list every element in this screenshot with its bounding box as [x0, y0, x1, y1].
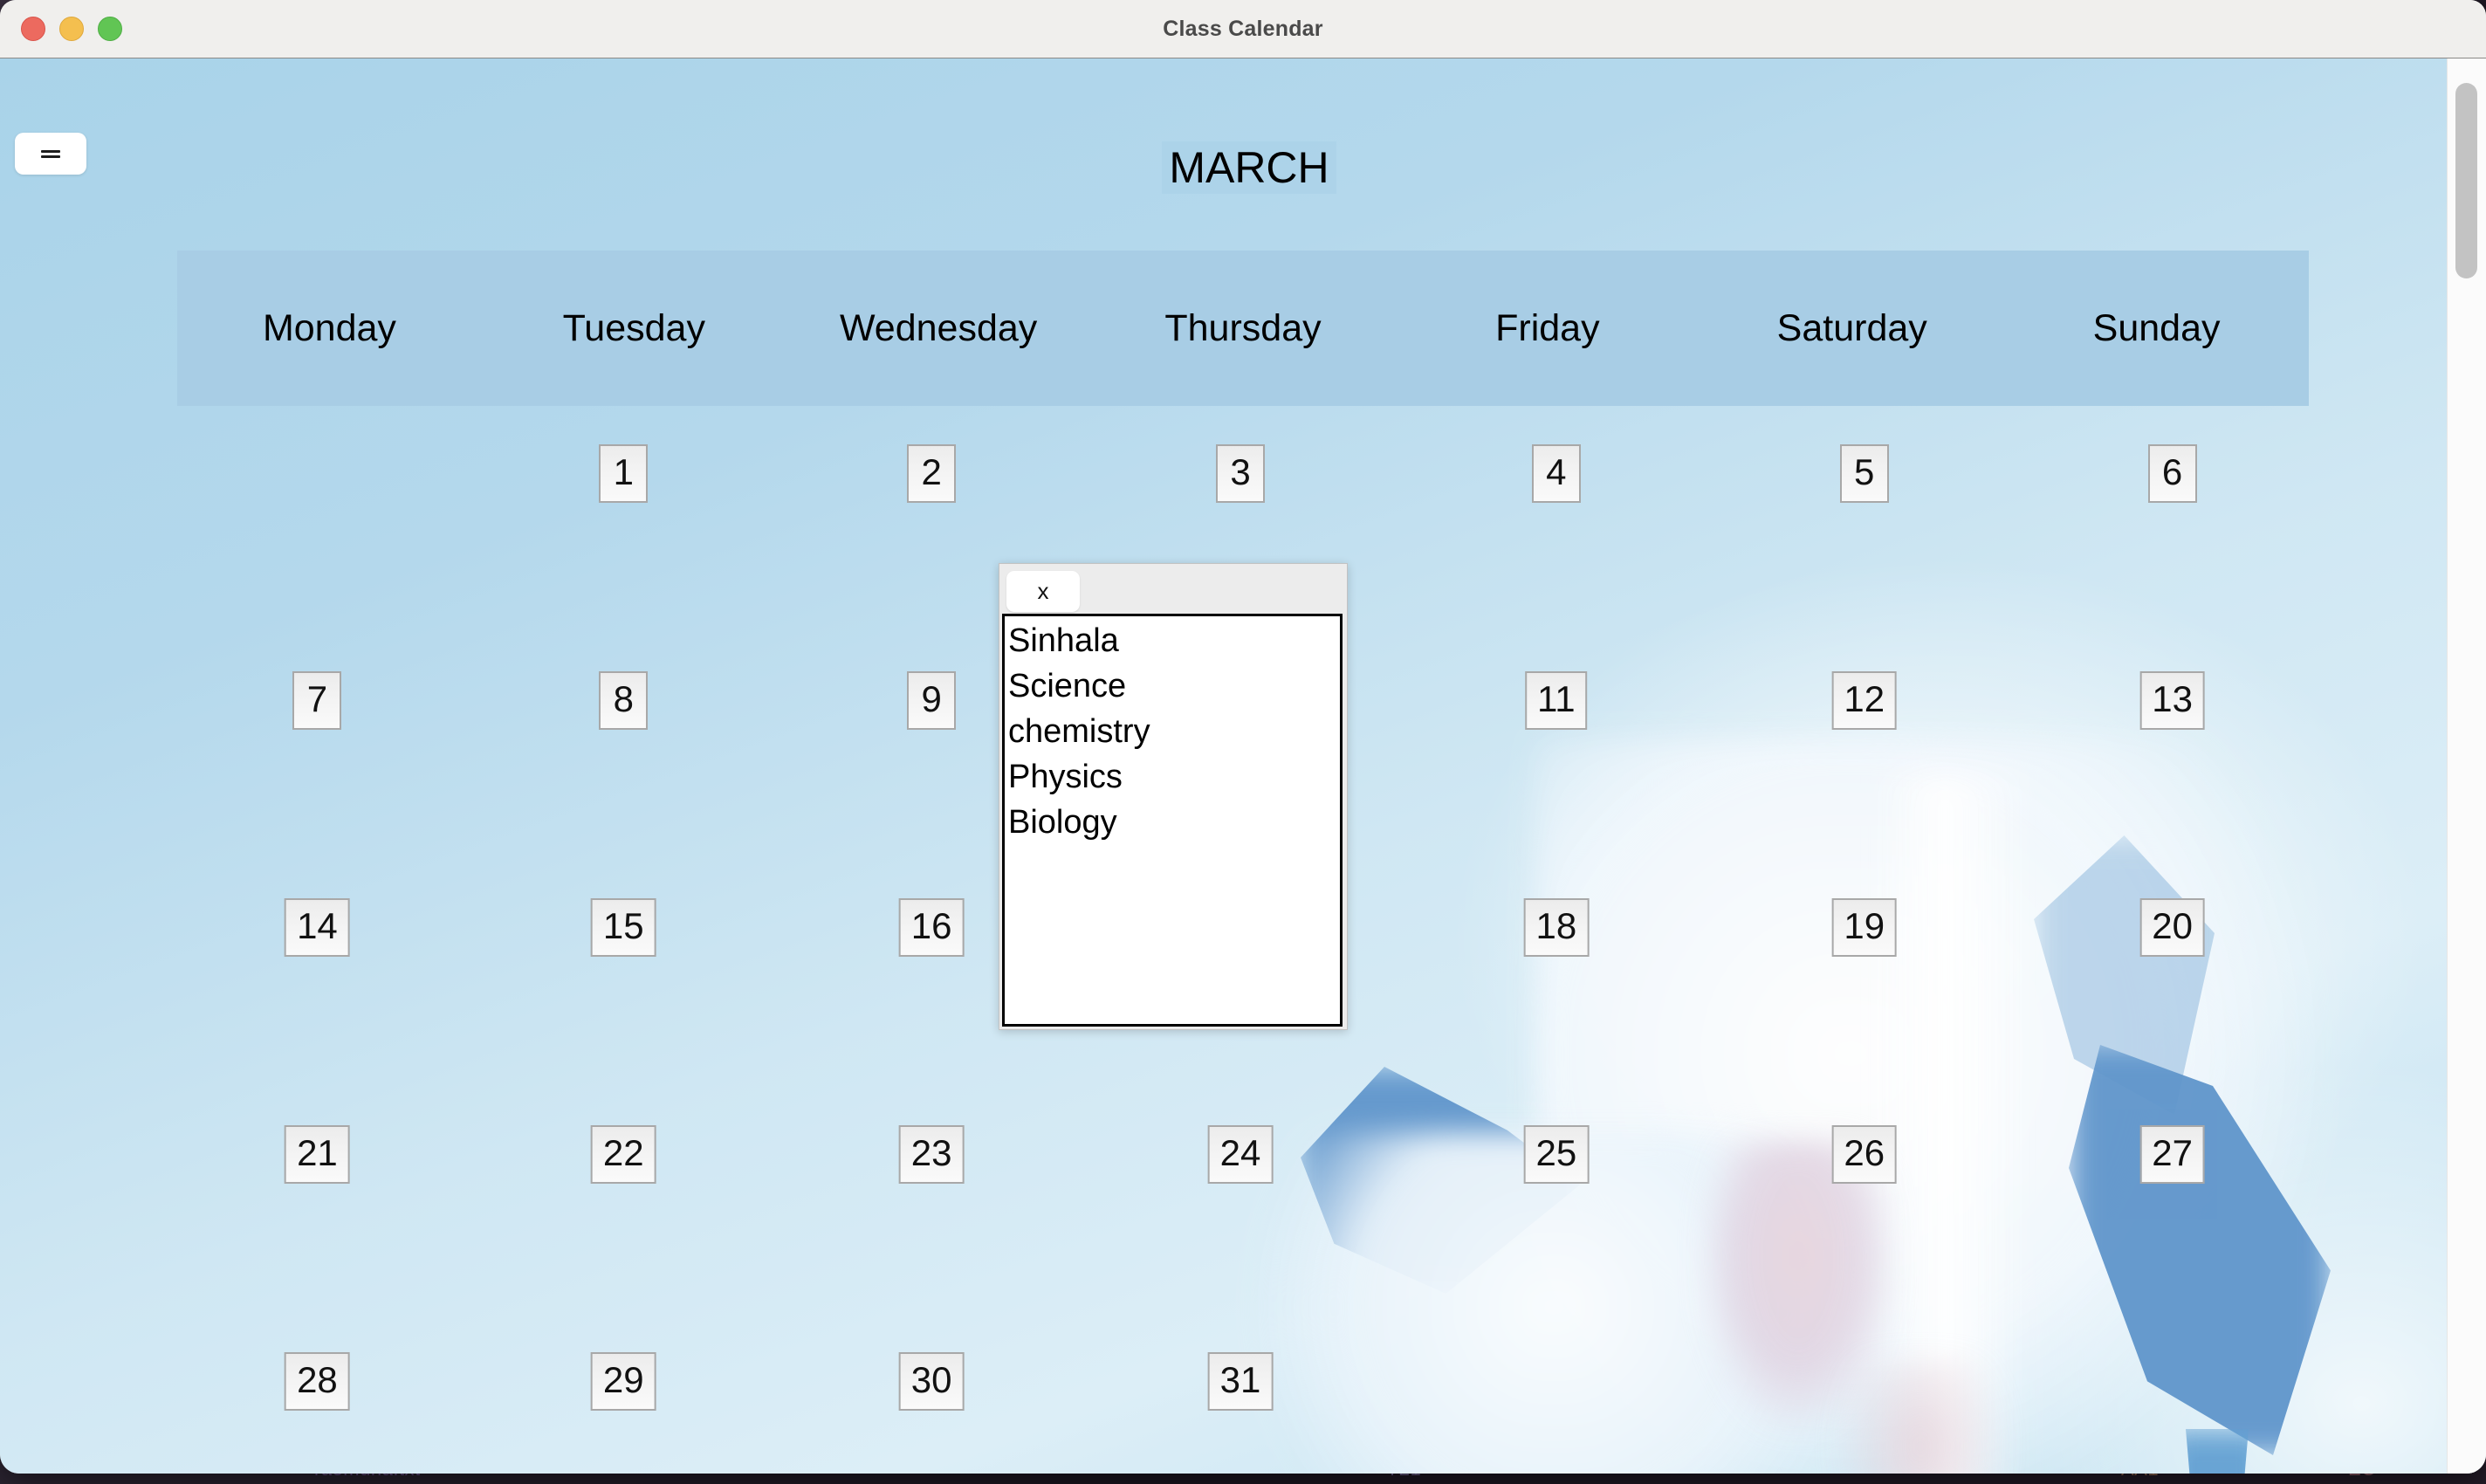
day-cell: 5 — [1700, 425, 2004, 652]
day-cell: 8 — [482, 652, 786, 879]
day-cell — [2004, 1333, 2309, 1474]
day-cell: 27 — [2004, 1106, 2309, 1333]
day-cell — [177, 425, 482, 652]
date-button-31[interactable]: 31 — [1207, 1352, 1274, 1411]
day-cell: 26 — [1700, 1106, 2004, 1333]
day-cell: 13 — [2004, 652, 2309, 879]
date-button-13[interactable]: 13 — [2139, 671, 2205, 730]
date-button-3[interactable]: 3 — [1216, 444, 1265, 503]
hamburger-icon — [41, 148, 60, 161]
day-cell — [1700, 1333, 2004, 1474]
date-button-24[interactable]: 24 — [1207, 1125, 1274, 1184]
day-cell: 4 — [1395, 425, 1700, 652]
weekday-header-row: Monday Tuesday Wednesday Thursday Friday Satu… — [177, 251, 2309, 406]
day-cell: 11 — [1395, 652, 1700, 879]
date-button-29[interactable]: 29 — [590, 1352, 656, 1411]
day-cell: 6 — [2004, 425, 2309, 652]
date-button-28[interactable]: 28 — [285, 1352, 350, 1411]
day-cell — [1395, 1333, 1700, 1474]
day-cell: 20 — [2004, 879, 2309, 1106]
day-cell: 30 — [786, 1333, 1091, 1474]
date-button-7[interactable]: 7 — [292, 671, 342, 730]
day-cell: 1 — [482, 425, 786, 652]
date-button-1[interactable]: 1 — [599, 444, 649, 503]
close-icon[interactable]: x — [1006, 571, 1080, 612]
subject-list-item[interactable]: Sinhala — [1008, 618, 1340, 663]
weekday-header-thursday: Thursday — [1164, 306, 1322, 349]
window-title: Class Calendar — [1163, 16, 1323, 41]
date-button-14[interactable]: 14 — [285, 898, 350, 957]
day-cell: 29 — [482, 1333, 786, 1474]
date-button-20[interactable]: 20 — [2139, 898, 2205, 957]
weekday-header-friday: Friday — [1495, 306, 1600, 349]
day-cell: 7 — [177, 652, 482, 879]
date-button-19[interactable]: 19 — [1831, 898, 1898, 957]
date-button-18[interactable]: 18 — [1523, 898, 1590, 957]
date-button-9[interactable]: 9 — [907, 671, 957, 730]
day-cell: 22 — [482, 1106, 786, 1333]
vertical-scrollbar-thumb[interactable] — [2455, 83, 2477, 278]
date-button-21[interactable]: 21 — [285, 1125, 350, 1184]
day-cell: 14 — [177, 879, 482, 1106]
minimize-window-button[interactable] — [59, 17, 84, 41]
day-cell: 31 — [1091, 1333, 1396, 1474]
weekday-header-sunday: Sunday — [2092, 306, 2221, 349]
traffic-light-group — [21, 17, 122, 41]
date-button-16[interactable]: 16 — [898, 898, 965, 957]
date-button-12[interactable]: 12 — [1831, 671, 1898, 730]
day-cell: 21 — [177, 1106, 482, 1333]
date-button-4[interactable]: 4 — [1531, 444, 1581, 503]
date-button-11[interactable]: 11 — [1525, 671, 1588, 730]
date-button-27[interactable]: 27 — [2139, 1125, 2205, 1184]
weekday-header-saturday: Saturday — [1776, 306, 1927, 349]
vertical-scrollbar-track[interactable] — [2447, 58, 2486, 1474]
weekday-header-wednesday: Wednesday — [840, 306, 1038, 349]
day-cell: 19 — [1700, 879, 2004, 1106]
window-titlebar[interactable]: Class Calendar — [0, 0, 2486, 59]
day-cell: 28 — [177, 1333, 482, 1474]
date-button-8[interactable]: 8 — [599, 671, 649, 730]
page-title: MARCH — [1162, 141, 1336, 194]
day-cell: 12 — [1700, 652, 2004, 879]
day-cell: 24 — [1091, 1106, 1396, 1333]
subject-popup-dialog: x Sinhala Science chemistry Physics Biology — [999, 563, 1348, 1030]
subject-list-item[interactable]: Biology — [1008, 800, 1340, 845]
date-button-22[interactable]: 22 — [590, 1125, 656, 1184]
weekday-header-tuesday: Tuesday — [562, 306, 705, 349]
date-button-6[interactable]: 6 — [2147, 444, 2197, 503]
zoom-window-button[interactable] — [98, 17, 122, 41]
subject-listbox[interactable]: Sinhala Science chemistry Physics Biology — [1002, 614, 1343, 1027]
day-cell: 25 — [1395, 1106, 1700, 1333]
day-cell: 15 — [482, 879, 786, 1106]
subject-list-item[interactable]: Science — [1008, 663, 1340, 709]
day-cell: 23 — [786, 1106, 1091, 1333]
date-button-2[interactable]: 2 — [907, 444, 957, 503]
app-window: Class Calendar MARCH Monday Tuesday Wednes… — [0, 0, 2486, 1474]
date-button-5[interactable]: 5 — [1839, 444, 1889, 503]
week-row: 28 29 30 31 — [177, 1333, 2309, 1474]
weekday-header-monday: Monday — [262, 306, 396, 349]
day-cell: 18 — [1395, 879, 1700, 1106]
calendar-canvas: MARCH Monday Tuesday Wednesday Thursday Frid… — [0, 58, 2486, 1474]
week-row: 21 22 23 24 25 26 27 — [177, 1106, 2309, 1333]
date-button-15[interactable]: 15 — [590, 898, 656, 957]
date-button-25[interactable]: 25 — [1523, 1125, 1590, 1184]
subject-list-item[interactable]: chemistry — [1008, 709, 1340, 754]
date-button-30[interactable]: 30 — [898, 1352, 965, 1411]
close-window-button[interactable] — [21, 17, 45, 41]
popup-header: x — [999, 564, 1347, 613]
menu-button[interactable] — [15, 133, 86, 175]
date-button-23[interactable]: 23 — [898, 1125, 965, 1184]
subject-list-item[interactable]: Physics — [1008, 754, 1340, 800]
date-button-26[interactable]: 26 — [1831, 1125, 1898, 1184]
